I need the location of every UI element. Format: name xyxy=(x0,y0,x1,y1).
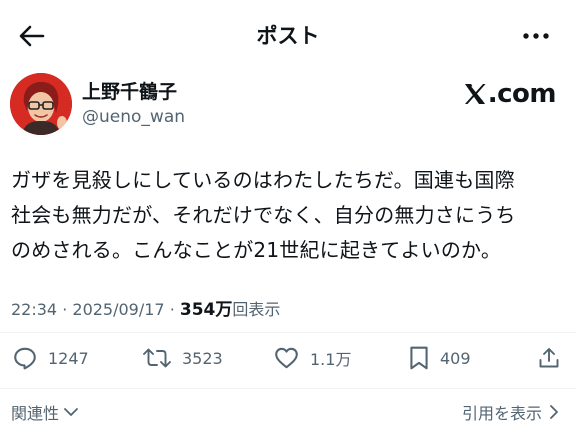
repost-icon xyxy=(143,348,171,368)
views-label: 回表示 xyxy=(232,300,281,319)
more-horizontal-icon xyxy=(523,33,549,39)
author-handle[interactable]: @ueno_wan xyxy=(82,106,185,128)
reply-sort-bar: 関連性 引用を表示 xyxy=(0,396,576,426)
reply-icon xyxy=(14,347,36,370)
more-button[interactable] xyxy=(522,24,550,48)
sort-relevance-label: 関連性 xyxy=(11,404,60,423)
post-time[interactable]: 22:34 xyxy=(11,300,57,319)
view-quotes-label: 引用を表示 xyxy=(461,404,542,423)
post-meta: 22:34 · 2025/09/17 · 354万回表示 xyxy=(11,299,280,321)
bookmark-button[interactable]: 409 xyxy=(408,338,471,378)
post-text-line: ガザを見殺しにしているのはわたしたちだ。国連も国際 xyxy=(11,168,515,192)
chevron-down-icon xyxy=(64,408,78,416)
avatar[interactable] xyxy=(10,73,72,135)
top-bar: ポスト xyxy=(0,0,576,68)
bookmark-icon xyxy=(410,346,428,370)
post-text-line: 社会も無力だが、それだけでなく、自分の無力さにうち xyxy=(11,203,516,227)
divider xyxy=(0,388,576,389)
repost-count: 3523 xyxy=(182,348,223,368)
share-icon xyxy=(539,348,559,368)
share-button[interactable] xyxy=(537,338,561,378)
reply-count: 1247 xyxy=(48,348,89,368)
xcom-brand-text: .com xyxy=(487,79,557,109)
reply-button[interactable]: 1247 xyxy=(12,338,89,378)
like-button[interactable]: 1.1万 xyxy=(273,338,351,378)
like-count: 1.1万 xyxy=(310,350,352,369)
action-bar: 1247 3523 1.1万 409 xyxy=(0,338,576,378)
post-date[interactable]: 2025/09/17 xyxy=(72,300,164,319)
chevron-right-icon xyxy=(550,405,558,419)
repost-button[interactable]: 3523 xyxy=(142,338,223,378)
avatar-image xyxy=(10,73,72,135)
meta-separator: · xyxy=(62,300,68,319)
view-quotes-link[interactable]: 引用を表示 xyxy=(462,400,560,424)
author-name[interactable]: 上野千鶴子 xyxy=(82,80,177,104)
meta-separator: · xyxy=(169,300,175,319)
post-text: ガザを見殺しにしているのはわたしたちだ。国連も国際 社会も無力だが、それだけでな… xyxy=(11,163,565,268)
page-title: ポスト xyxy=(256,24,320,48)
heart-icon xyxy=(275,347,298,369)
bookmark-count: 409 xyxy=(440,348,471,368)
post-detail-page: ポスト 上野千鶴子 @ueno_wan .com ガザを見殺しにしているのはわた… xyxy=(0,0,576,430)
post-text-line: のめされる。こんなことが21世紀に起きてよいのか。 xyxy=(11,238,502,262)
author-row: 上野千鶴子 @ueno_wan .com xyxy=(10,73,557,137)
divider xyxy=(0,332,576,333)
xcom-brand: .com xyxy=(463,79,557,109)
sort-relevance-dropdown[interactable]: 関連性 xyxy=(11,400,79,424)
x-logo-icon xyxy=(464,84,486,104)
views-count: 354万 xyxy=(179,300,233,320)
